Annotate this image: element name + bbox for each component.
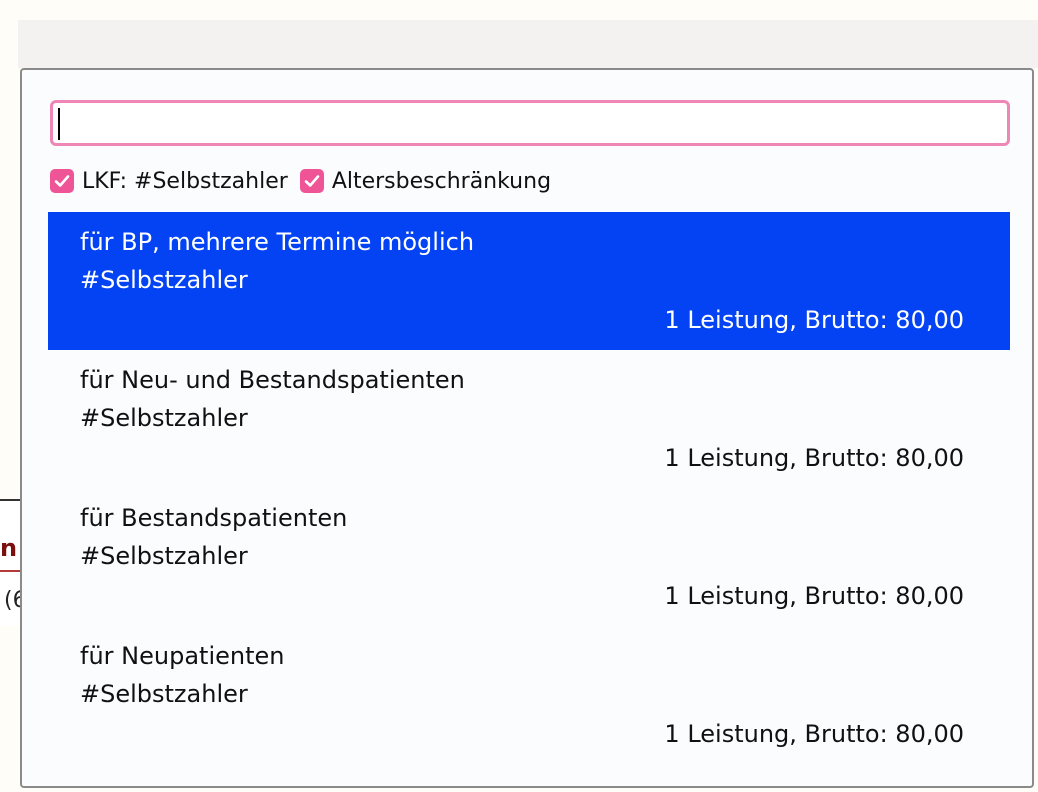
result-title: für Bestandspatienten	[80, 504, 348, 532]
background-divider	[0, 499, 22, 501]
filter-bar: LKF: #Selbstzahler Altersbeschränkung	[50, 166, 563, 196]
result-list: für BP, mehrere Termine möglich #Selbstz…	[48, 212, 1010, 764]
result-summary: 1 Leistung, Brutto: 80,00	[664, 444, 964, 472]
result-title: für Neupatienten	[80, 642, 285, 670]
result-item[interactable]: für Neu- und Bestandspatienten #Selbstza…	[48, 350, 1010, 488]
filter-lkf-selbstzahler[interactable]: LKF: #Selbstzahler	[50, 169, 288, 194]
search-input[interactable]	[50, 100, 1010, 146]
result-summary: 1 Leistung, Brutto: 80,00	[664, 720, 964, 748]
filter-altersbeschraenkung[interactable]: Altersbeschränkung	[299, 168, 552, 194]
result-title: für BP, mehrere Termine möglich	[80, 228, 475, 256]
result-tag: #Selbstzahler	[80, 680, 248, 708]
text-cursor	[58, 108, 60, 140]
result-tag: #Selbstzahler	[80, 542, 248, 570]
background-text-fragment: n	[0, 534, 18, 562]
result-summary: 1 Leistung, Brutto: 80,00	[664, 306, 964, 334]
result-tag: #Selbstzahler	[80, 404, 248, 432]
checkbox-checked-icon[interactable]	[299, 169, 324, 193]
checkbox-checked-icon[interactable]	[50, 169, 74, 193]
filter-label: LKF: #Selbstzahler	[82, 168, 288, 194]
result-summary: 1 Leistung, Brutto: 80,00	[664, 582, 964, 610]
result-item[interactable]: für Neupatienten #Selbstzahler 1 Leistun…	[48, 626, 1010, 764]
background-underline	[0, 570, 22, 572]
result-tag: #Selbstzahler	[80, 266, 248, 294]
background-header-bar	[18, 20, 1038, 68]
result-item[interactable]: für Bestandspatienten #Selbstzahler 1 Le…	[48, 488, 1010, 626]
result-item[interactable]: für BP, mehrere Termine möglich #Selbstz…	[48, 212, 1010, 350]
service-picker-dropdown: LKF: #Selbstzahler Altersbeschränkung fü…	[20, 68, 1034, 788]
result-title: für Neu- und Bestandspatienten	[80, 366, 465, 394]
filter-label: Altersbeschränkung	[331, 168, 552, 194]
